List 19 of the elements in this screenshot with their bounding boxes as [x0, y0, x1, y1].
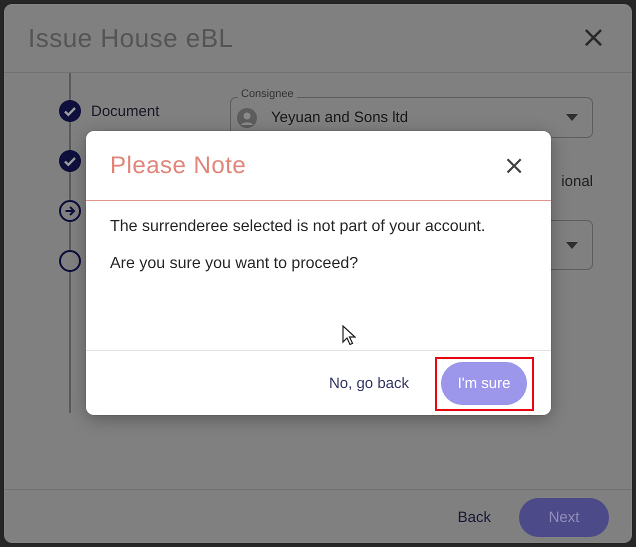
message-text: Are you sure you want to proceed? — [110, 255, 360, 273]
check-circle-icon — [59, 150, 81, 172]
back-button[interactable]: Back — [450, 504, 499, 530]
cursor-icon — [342, 325, 356, 346]
field-label: Consignee — [238, 88, 297, 101]
confirm-button[interactable]: I'm sure — [441, 362, 527, 404]
user-avatar-icon — [237, 108, 257, 128]
dropdown-value: Yeyuan and Sons ltd — [271, 109, 410, 126]
dialog-title: Please Note — [110, 152, 246, 180]
empty-circle-icon — [59, 250, 81, 272]
message-text: The surrenderee selected is not part of your account. — [110, 218, 486, 236]
field-label: ional — [561, 173, 593, 190]
go-back-button[interactable]: No, go back — [326, 370, 411, 396]
next-button[interactable]: Next — [519, 498, 609, 536]
arrow-circle-icon — [59, 200, 81, 222]
caret-icon — [566, 114, 578, 121]
caret-icon — [566, 242, 578, 248]
check-circle-icon — [59, 100, 81, 122]
step-label: Document — [91, 102, 160, 120]
